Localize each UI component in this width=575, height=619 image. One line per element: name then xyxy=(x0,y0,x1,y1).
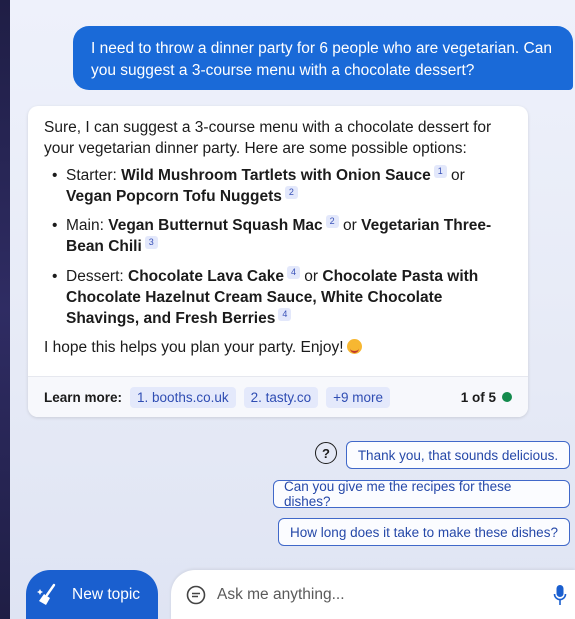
broom-icon xyxy=(37,583,56,605)
user-message-text: I need to throw a dinner party for 6 peo… xyxy=(91,40,552,79)
ask-input[interactable]: Ask me anything... xyxy=(171,570,575,619)
bot-response-card: Sure, I can suggest a 3-course menu with… xyxy=(28,106,528,417)
smiling-face-icon xyxy=(346,338,362,354)
menu-options-list: Starter: Wild Mushroom Tartlets with Oni… xyxy=(44,165,512,329)
new-topic-label: New topic xyxy=(72,586,141,603)
source-chip-booths[interactable]: 1. booths.co.uk xyxy=(130,386,236,408)
new-topic-button[interactable]: New topic xyxy=(26,570,158,619)
suggestion-recipes-button[interactable]: Can you give me the recipes for these di… xyxy=(273,479,570,509)
citation-badge[interactable]: 2 xyxy=(284,186,298,200)
response-pager: 1 of 5 xyxy=(461,390,512,405)
source-chip-tasty[interactable]: 2. tasty.co xyxy=(243,386,319,408)
option-or: or xyxy=(446,167,465,185)
user-message-bubble: I need to throw a dinner party for 6 peo… xyxy=(73,26,573,90)
citation-badge[interactable]: 4 xyxy=(278,307,292,321)
option-prefix: Starter: xyxy=(66,167,122,185)
pager-count: 1 of 5 xyxy=(460,389,496,405)
citation-badge[interactable]: 2 xyxy=(325,215,339,229)
option-or: or xyxy=(299,267,323,285)
option-dish: Chocolate Lava Cake xyxy=(128,267,284,285)
option-prefix: Main: xyxy=(66,217,109,235)
learn-more-label: Learn more: xyxy=(44,389,123,405)
menu-option-starter: Starter: Wild Mushroom Tartlets with Oni… xyxy=(52,165,512,207)
menu-option-main: Main: Vegan Butternut Squash Mac2 or Veg… xyxy=(52,215,512,257)
suggestion-thank-you-button[interactable]: Thank you, that sounds delicious. xyxy=(346,441,570,469)
option-dish: Vegan Popcorn Tofu Nuggets xyxy=(66,188,282,206)
bot-closing-text: I hope this helps you plan your party. E… xyxy=(44,337,512,358)
citation-badge[interactable]: 3 xyxy=(144,236,158,250)
learn-more-bar: Learn more: 1. booths.co.uk 2. tasty.co … xyxy=(28,376,528,417)
bot-intro-text: Sure, I can suggest a 3-course menu with… xyxy=(44,119,492,157)
more-sources-chip[interactable]: +9 more xyxy=(326,386,391,408)
microphone-icon[interactable] xyxy=(553,584,567,606)
citation-badge[interactable]: 1 xyxy=(433,165,447,178)
menu-option-dessert: Dessert: Chocolate Lava Cake4 or Chocola… xyxy=(52,265,512,329)
option-prefix: Dessert: xyxy=(66,267,129,285)
suggestion-duration-button[interactable]: How long does it take to make these dish… xyxy=(278,518,570,546)
chat-bubble-icon xyxy=(186,585,206,605)
option-dish: Vegan Butternut Squash Mac xyxy=(108,217,323,235)
option-dish: Wild Mushroom Tartlets with Onion Sauce xyxy=(121,167,431,185)
closing-label: I hope this helps you plan your party. E… xyxy=(44,338,344,356)
citation-badge[interactable]: 4 xyxy=(286,265,300,279)
status-dot xyxy=(502,392,512,402)
window-frame-edge xyxy=(0,0,10,619)
ask-placeholder: Ask me anything... xyxy=(217,586,345,603)
option-or: or xyxy=(338,217,362,235)
help-icon[interactable]: ? xyxy=(315,442,337,464)
